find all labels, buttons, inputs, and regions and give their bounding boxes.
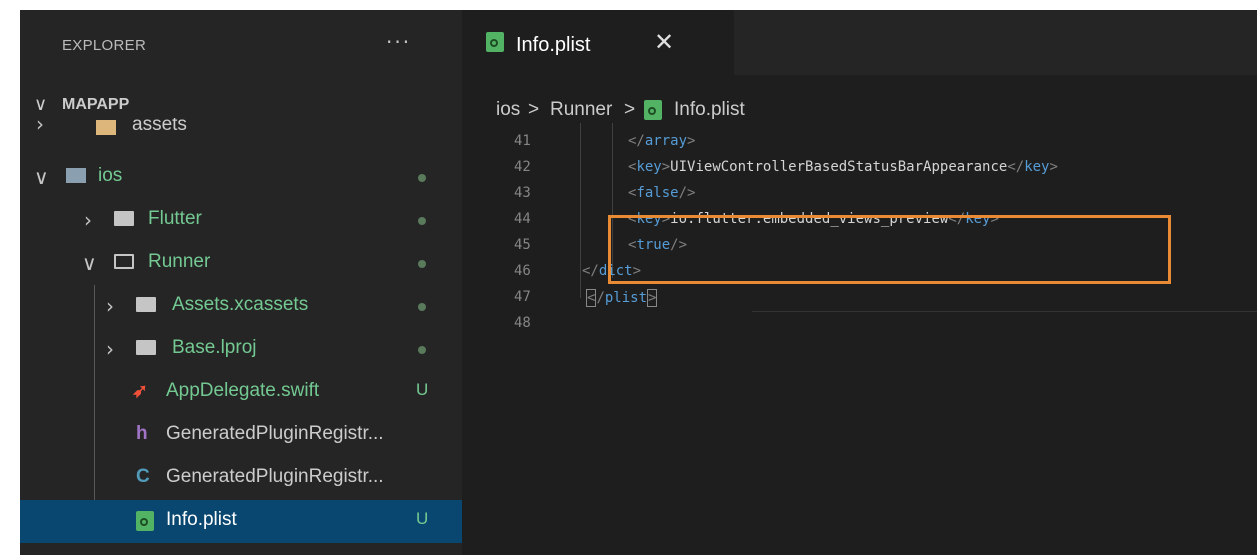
tree-item-label: Info.plist xyxy=(166,509,237,530)
tree-item-label: Flutter xyxy=(148,208,202,229)
code-line-42: <key>UIViewControllerBasedStatusBarAppea… xyxy=(628,159,1058,175)
breadcrumb-separator: > xyxy=(624,99,636,120)
line-number: 43 xyxy=(514,185,531,201)
tree-item-ios[interactable]: ∨ ios xyxy=(20,156,462,199)
folder-icon xyxy=(96,120,116,135)
highlight-box xyxy=(608,215,1171,284)
tree-item-label: assets xyxy=(132,118,187,135)
code-line-47: </plist> xyxy=(586,289,658,307)
xml-tag: false xyxy=(636,185,679,201)
line-number: 41 xyxy=(514,133,531,149)
line-number: 44 xyxy=(514,211,531,227)
line-number: 45 xyxy=(514,237,531,253)
tree-item-label: Base.lproj xyxy=(172,337,257,358)
folder-icon xyxy=(136,297,156,312)
untracked-badge: U xyxy=(416,509,429,528)
ios-folder-icon xyxy=(66,168,86,183)
code-line-43: <false/> xyxy=(628,185,696,201)
explorer-header: EXPLORER ··· xyxy=(20,10,462,80)
xml-tag: key xyxy=(636,159,662,175)
plist-file-icon xyxy=(486,32,504,52)
xml-tag: plist xyxy=(604,290,648,306)
code-editor[interactable]: 41 42 43 44 45 46 47 48 </array> <key>UI… xyxy=(462,123,1257,555)
explorer-sidebar: EXPLORER ··· ∨ MAPAPP › assets ∨ ios › F… xyxy=(20,10,462,555)
modified-dot xyxy=(418,260,426,268)
chevron-down-icon: ∨ xyxy=(34,165,49,189)
tree-item-info-plist[interactable]: Info.plist U xyxy=(20,500,462,543)
plist-file-icon xyxy=(644,100,662,120)
folder-icon xyxy=(114,211,134,226)
modified-dot xyxy=(418,217,426,225)
tree-item-assets-xcassets[interactable]: › Assets.xcassets xyxy=(20,285,462,328)
modified-dot xyxy=(418,174,426,182)
tree-item-appdelegate[interactable]: ➶ AppDelegate.swift U xyxy=(20,371,462,414)
folder-open-icon xyxy=(114,254,134,269)
modified-dot xyxy=(418,303,426,311)
line-number: 47 xyxy=(514,289,531,305)
tree-item-label: AppDelegate.swift xyxy=(166,380,320,401)
breadcrumb-ios[interactable]: ios xyxy=(496,99,520,121)
xml-text: UIViewControllerBasedStatusBarAppearance xyxy=(670,159,1008,175)
line-number: 46 xyxy=(514,263,531,279)
close-icon[interactable]: ✕ xyxy=(654,28,674,56)
swift-icon: ➶ xyxy=(132,381,148,402)
plist-file-icon xyxy=(136,511,154,531)
tab-label: Info.plist xyxy=(516,34,591,56)
tree-item-base-lproj[interactable]: › Base.lproj xyxy=(20,328,462,371)
chevron-down-icon: ∨ xyxy=(82,251,97,275)
tree-item-label: GeneratedPluginRegistr... xyxy=(166,466,384,487)
chevron-right-icon: › xyxy=(106,337,114,361)
xml-tag: key xyxy=(1024,159,1050,175)
c-file-icon: C xyxy=(136,466,150,487)
tree-item-generated-plugin-h[interactable]: h GeneratedPluginRegistr... xyxy=(20,414,462,457)
project-name: MAPAPP xyxy=(62,96,130,113)
modified-dot xyxy=(418,346,426,354)
explorer-title: EXPLORER xyxy=(62,37,147,54)
current-line-border xyxy=(752,311,1257,312)
folder-icon xyxy=(136,340,156,355)
chevron-down-icon: ∨ xyxy=(34,94,48,115)
tab-info-plist[interactable]: Info.plist ✕ xyxy=(462,10,734,75)
tree-item-label: Assets.xcassets xyxy=(172,294,309,315)
tree-item-assets[interactable]: › assets xyxy=(20,118,462,148)
tree-item-flutter[interactable]: › Flutter xyxy=(20,199,462,242)
untracked-badge: U xyxy=(416,380,429,399)
tree-item-label: ios xyxy=(98,165,123,186)
code-line-41: </array> xyxy=(628,133,696,149)
tree-item-runner[interactable]: ∨ Runner xyxy=(20,242,462,285)
line-number: 42 xyxy=(514,159,531,175)
vscode-window: EXPLORER ··· ∨ MAPAPP › assets ∨ ios › F… xyxy=(20,10,1257,555)
header-file-icon: h xyxy=(136,423,148,444)
tree-item-label: Runner xyxy=(148,251,211,272)
more-actions-icon[interactable]: ··· xyxy=(386,30,411,54)
tree-item-generated-plugin-m[interactable]: C GeneratedPluginRegistr... xyxy=(20,457,462,500)
breadcrumb-runner[interactable]: Runner xyxy=(550,99,612,121)
tree-item-label: GeneratedPluginRegistr... xyxy=(166,423,384,444)
chevron-right-icon: › xyxy=(84,208,92,232)
indent-guide xyxy=(94,285,95,500)
chevron-right-icon: › xyxy=(36,118,44,136)
xml-tag: array xyxy=(644,133,688,149)
line-number: 48 xyxy=(514,315,531,331)
tab-bar: Info.plist ✕ xyxy=(462,10,1257,75)
chevron-right-icon: › xyxy=(106,294,114,318)
breadcrumb-info-plist[interactable]: Info.plist xyxy=(674,99,745,121)
indent-guide xyxy=(580,123,581,298)
breadcrumb: ios > Runner > Info.plist xyxy=(462,75,1257,123)
breadcrumb-separator: > xyxy=(528,99,540,120)
